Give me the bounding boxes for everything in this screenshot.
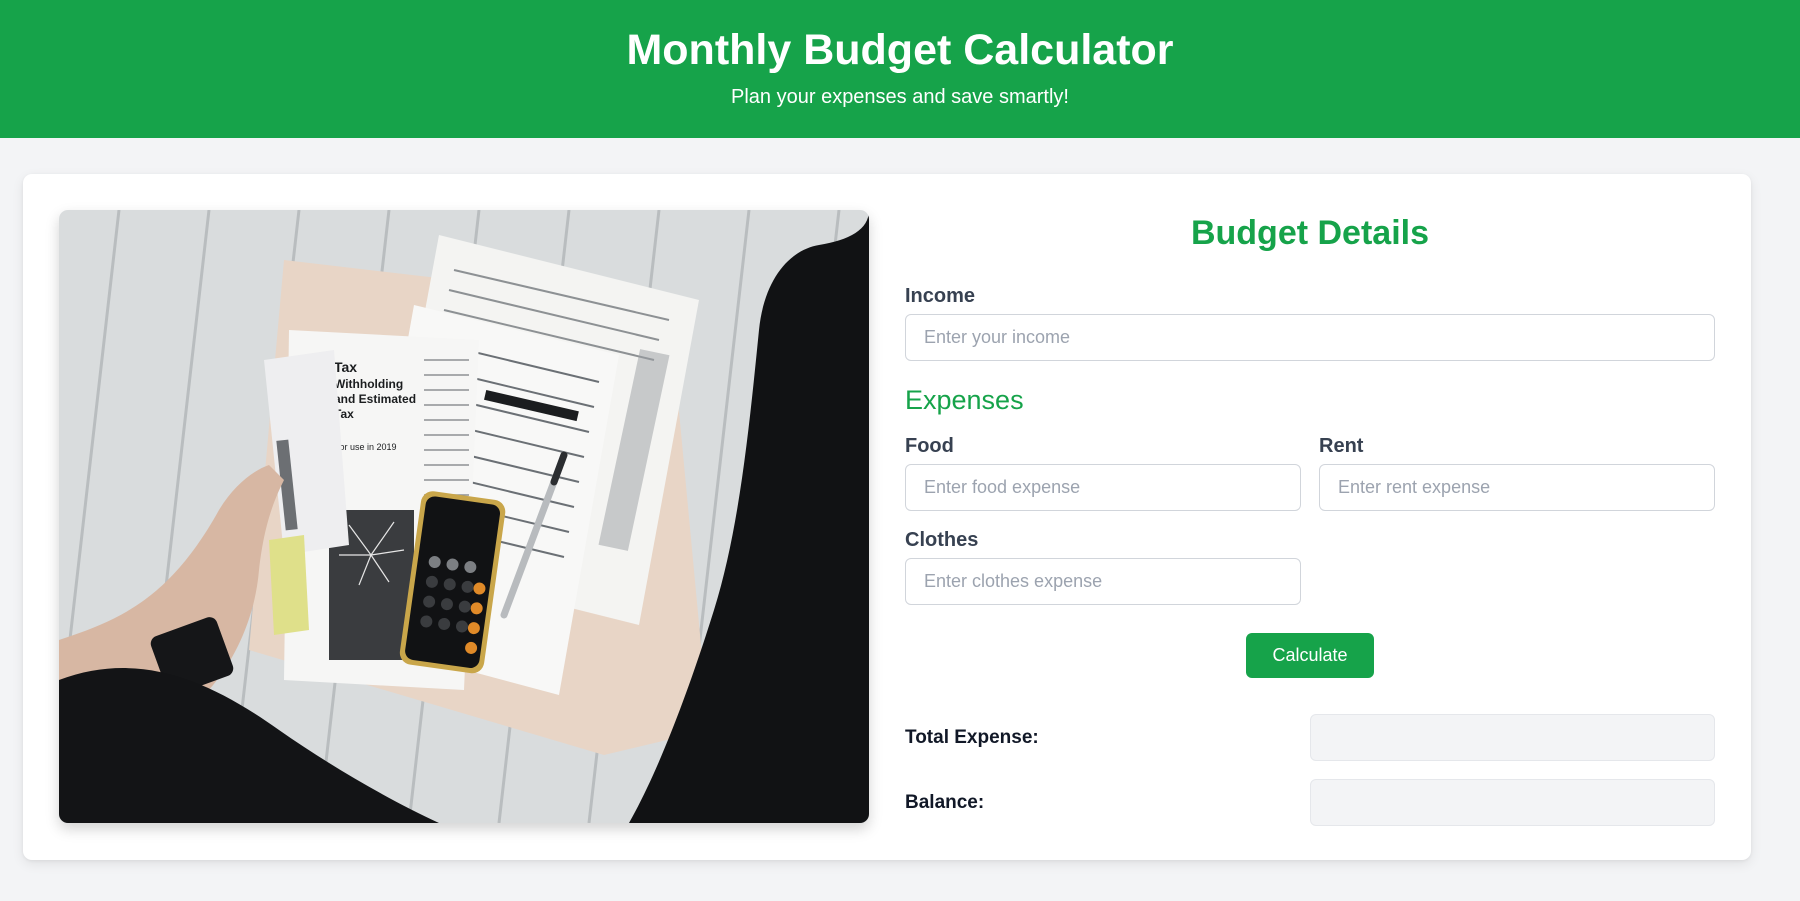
food-group: Food: [905, 435, 1301, 511]
calculate-button[interactable]: Calculate: [1246, 633, 1374, 678]
svg-text:For use in 2019: For use in 2019: [334, 442, 397, 452]
hero-photo: Tax Withholding and Estimated Tax For us…: [59, 210, 869, 823]
balance-output: [1310, 779, 1715, 826]
income-input[interactable]: [905, 314, 1715, 361]
balance-label: Balance:: [905, 791, 985, 813]
page-subtitle: Plan your expenses and save smartly!: [731, 86, 1069, 108]
expenses-heading: Expenses: [905, 385, 1024, 415]
tax-documents-photo: Tax Withholding and Estimated Tax For us…: [59, 210, 869, 823]
balance-row: Balance:: [905, 779, 1715, 826]
page-header: Monthly Budget Calculator Plan your expe…: [0, 0, 1800, 138]
total-expense-row: Total Expense:: [905, 714, 1715, 761]
svg-text:and Estimated: and Estimated: [334, 392, 416, 406]
food-label: Food: [905, 435, 954, 457]
food-input[interactable]: [905, 464, 1301, 511]
budget-details-heading: Budget Details: [1190, 214, 1430, 252]
income-group: Income: [905, 285, 1715, 361]
page-title: Monthly Budget Calculator: [626, 26, 1174, 74]
budget-card: Tax Withholding and Estimated Tax For us…: [23, 174, 1751, 860]
clothes-label: Clothes: [905, 529, 979, 551]
income-label: Income: [905, 285, 976, 307]
svg-text:Withholding: Withholding: [334, 377, 403, 391]
rent-group: Rent: [1319, 435, 1715, 511]
total-expense-label: Total Expense:: [905, 726, 1039, 748]
rent-label: Rent: [1319, 435, 1364, 457]
total-expense-output: [1310, 714, 1715, 761]
budget-form: Budget Details Income Expenses Food Rent…: [905, 210, 1715, 826]
clothes-input[interactable]: [905, 558, 1301, 605]
button-row: Calculate: [905, 633, 1715, 678]
expenses-grid: Food Rent Clothes: [905, 435, 1715, 605]
clothes-group: Clothes: [905, 529, 1301, 605]
doc-title-line1: Tax: [334, 359, 357, 375]
rent-input[interactable]: [1319, 464, 1715, 511]
